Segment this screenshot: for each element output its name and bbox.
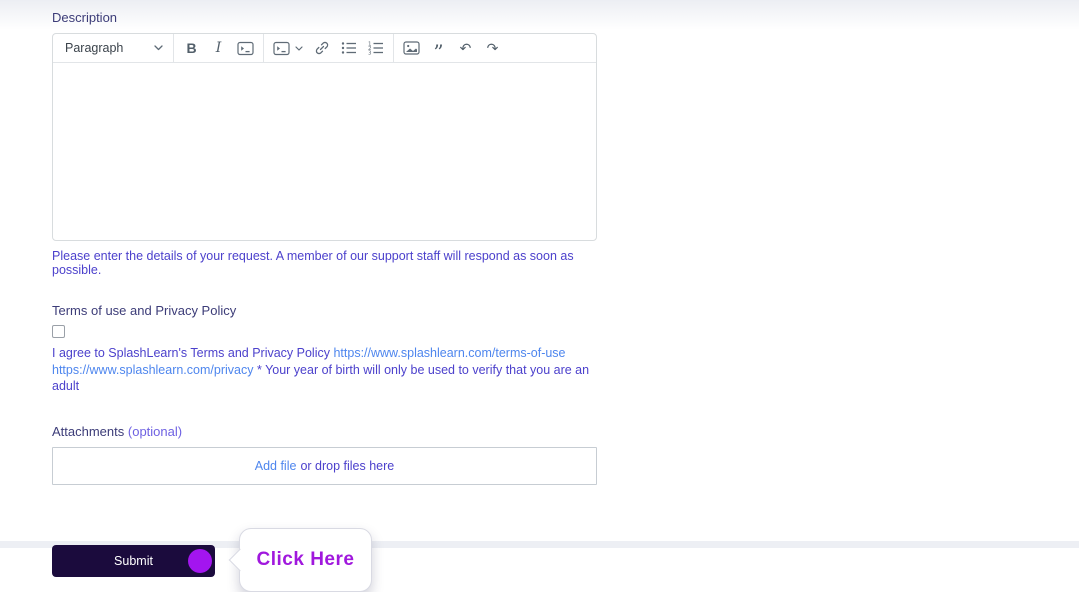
support-request-form: Description Paragraph B I	[52, 10, 597, 578]
click-here-callout: Click Here	[239, 528, 372, 592]
redo-button[interactable]: ↷	[479, 36, 506, 61]
description-label: Description	[52, 10, 597, 25]
code-block-dropdown[interactable]	[268, 36, 308, 61]
toolbar-separator	[173, 34, 174, 62]
terms-of-use-link[interactable]: https://www.splashlearn.com/terms-of-use	[333, 346, 565, 360]
paragraph-style-label: Paragraph	[65, 41, 123, 55]
link-button[interactable]	[308, 36, 335, 61]
description-helper-text: Please enter the details of your request…	[52, 249, 597, 277]
terms-agreement-text: I agree to SplashLearn's Terms and Priva…	[52, 345, 597, 395]
terms-label: Terms of use and Privacy Policy	[52, 303, 597, 318]
file-dropzone[interactable]: Add file or drop files here	[52, 447, 597, 485]
ordered-list-icon: 123	[368, 41, 384, 55]
submit-button[interactable]: Submit	[52, 545, 215, 577]
terms-checkbox[interactable]	[52, 325, 65, 338]
link-icon	[314, 40, 330, 56]
italic-icon: I	[216, 40, 222, 56]
description-textarea[interactable]	[53, 63, 596, 240]
purple-dot-highlight	[188, 549, 212, 573]
callout-text: Click Here	[257, 549, 355, 571]
undo-icon: ↶	[460, 40, 472, 57]
chevron-down-icon	[154, 45, 163, 51]
svg-text:3: 3	[368, 50, 372, 55]
toolbar-separator	[393, 34, 394, 62]
undo-button[interactable]: ↶	[452, 36, 479, 61]
submit-button-label: Submit	[114, 554, 153, 568]
bold-icon: B	[186, 40, 196, 56]
code-span-button[interactable]	[232, 36, 259, 61]
attachments-optional-text: (optional)	[128, 424, 182, 439]
italic-button[interactable]: I	[205, 36, 232, 61]
bullet-list-icon	[341, 41, 357, 55]
quote-icon: ”	[433, 39, 443, 57]
bold-button[interactable]: B	[178, 36, 205, 61]
image-icon	[403, 41, 420, 55]
add-file-link[interactable]: Add file	[255, 459, 297, 473]
code-block-icon	[273, 41, 290, 56]
toolbar-separator	[263, 34, 264, 62]
chevron-down-icon	[295, 46, 303, 51]
redo-icon: ↷	[487, 40, 499, 57]
bullet-list-button[interactable]	[335, 36, 362, 61]
attachments-label: Attachments (optional)	[52, 424, 597, 439]
submit-row: Submit Click Here	[52, 545, 597, 578]
code-span-icon	[237, 41, 254, 56]
drop-files-text: or drop files here	[300, 459, 394, 473]
callout-tail	[229, 548, 252, 571]
insert-image-button[interactable]	[398, 36, 425, 61]
paragraph-style-dropdown[interactable]: Paragraph	[57, 36, 169, 61]
rich-text-editor: Paragraph B I	[52, 33, 597, 241]
privacy-policy-link[interactable]: https://www.splashlearn.com/privacy	[52, 363, 253, 377]
attachments-label-text: Attachments	[52, 424, 124, 439]
agreement-prefix: I agree to SplashLearn's Terms and Priva…	[52, 346, 330, 360]
ordered-list-button[interactable]: 123	[362, 36, 389, 61]
quote-button[interactable]: ”	[425, 36, 452, 61]
editor-toolbar: Paragraph B I	[53, 34, 596, 63]
